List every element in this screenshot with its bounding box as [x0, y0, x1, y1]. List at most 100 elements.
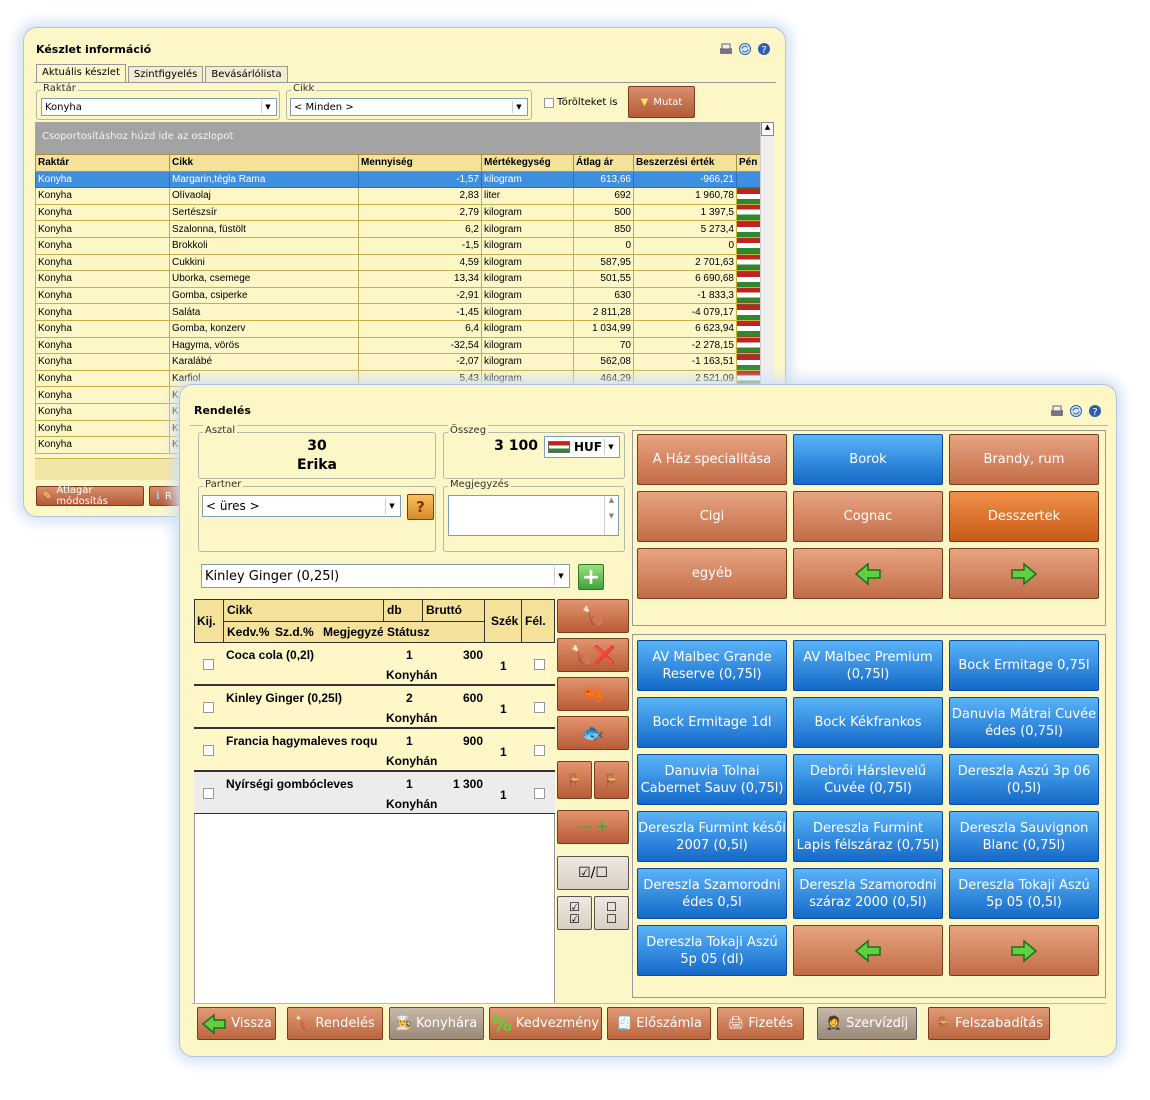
table-row[interactable]: Konyha Sertészsír 2,79 kilogram 500 1 397,5: [35, 203, 760, 222]
deleted-checkbox[interactable]: [544, 97, 554, 108]
stock-col-header[interactable]: Beszerzési érték: [633, 154, 737, 172]
warehouse-select[interactable]: Konyha ▼: [41, 98, 277, 116]
product-button[interactable]: Dereszla Szamorodni száraz 2000 (0,5l): [793, 868, 943, 919]
stock-col-header[interactable]: Mennyiség: [358, 154, 482, 172]
product-button[interactable]: Dereszla Furmint Lapis félszáraz (0,75l): [793, 811, 943, 862]
stock-col-header[interactable]: Mértékegység: [481, 154, 574, 172]
partner-select[interactable]: < üres > ▼: [202, 495, 401, 517]
product-button[interactable]: Bock Ermitage 1dl: [637, 697, 787, 748]
half-checkbox[interactable]: [534, 788, 545, 799]
cat-wines[interactable]: Borok: [793, 434, 943, 485]
item-select[interactable]: < Minden > ▼: [290, 98, 528, 116]
order-add-button[interactable]: 🍗: [557, 599, 629, 633]
table-row[interactable]: Konyha Hagyma, vörös -32,54 kilogram 70 -2 27…: [35, 336, 760, 355]
table-row[interactable]: Konyha Olívaolaj 2,83 liter 692 1 960,78: [35, 187, 760, 205]
stock-col-header[interactable]: Raktár: [35, 154, 170, 172]
cat-cigarettes[interactable]: Cigi: [637, 491, 787, 542]
half-checkbox[interactable]: [534, 702, 545, 713]
cat-prev-button[interactable]: [793, 548, 943, 599]
order-move-button[interactable]: 🐟: [557, 716, 629, 750]
order-repeat-button[interactable]: 🦐: [557, 677, 629, 711]
list-item[interactable]: Coca cola (0,2l) 1 300 Konyhán 1: [194, 643, 555, 686]
table-row[interactable]: Konyha Margarin,tégla Rama -1,57 kilogram 61…: [35, 170, 760, 189]
list-item[interactable]: Nyírségi gombócleves 1 1 300 Konyhán 1: [194, 772, 555, 815]
product-button[interactable]: Dereszla Aszú 3p 06 (0,5l): [949, 754, 1099, 805]
product-button[interactable]: Danuvia Mátrai Cuvée édes (0,75l): [949, 697, 1099, 748]
print-icon[interactable]: [719, 42, 733, 56]
table-row[interactable]: Konyha Saláta -1,45 kilogram 2 811,28 -4 079,…: [35, 303, 760, 321]
remove-seat-button[interactable]: 🪑: [594, 761, 629, 799]
to-kitchen-button[interactable]: 👨‍🍳 Konyhára: [389, 1007, 484, 1040]
print-icon[interactable]: [1050, 404, 1064, 418]
kij-checkbox[interactable]: [203, 659, 214, 670]
product-button[interactable]: Bock Kékfrankos: [793, 697, 943, 748]
product-button[interactable]: Bock Ermitage 0,75l: [949, 640, 1099, 691]
table-row[interactable]: Konyha Szalonna, füstölt 6,2 kilogram 850 5 2…: [35, 220, 760, 238]
order-cancel-button[interactable]: 🍗❌: [557, 638, 629, 672]
add-product-button[interactable]: +: [578, 564, 604, 590]
cat-next-button[interactable]: [949, 548, 1099, 599]
product-button[interactable]: AV Malbec Grande Reserve (0,75l): [637, 640, 787, 691]
table-row[interactable]: Konyha Brokkoli -1,5 kilogram 0 0: [35, 236, 760, 255]
product-next-button[interactable]: [949, 925, 1099, 976]
cat-other[interactable]: egyéb: [637, 548, 787, 599]
add-seat-button[interactable]: 🪑: [557, 761, 592, 799]
refresh-icon[interactable]: [738, 42, 752, 56]
table-row[interactable]: Konyha Cukkini 4,59 kilogram 587,95 2 701,63: [35, 253, 760, 272]
table-row[interactable]: Konyha Karalábé -2,07 kilogram 562,08 -1 163,…: [35, 353, 760, 371]
release-table-button[interactable]: 🪑 Felszabadítás: [928, 1007, 1050, 1040]
product-button[interactable]: Dereszla Tokaji Aszú 5p 05 (0,5l): [949, 868, 1099, 919]
avg-price-button[interactable]: ✎ Átlagár módosítás: [36, 485, 144, 507]
scroll-up-icon[interactable]: ▲: [761, 122, 774, 136]
list-item[interactable]: Francia hagymaleves roqu 1 900 Konyhán 1: [194, 729, 555, 772]
half-checkbox[interactable]: [534, 659, 545, 670]
order-button[interactable]: 🍗 Rendelés: [287, 1007, 383, 1040]
split-qty-button[interactable]: — +: [557, 810, 629, 844]
product-button[interactable]: AV Malbec Premium (0,75l): [793, 640, 943, 691]
refresh-icon[interactable]: [1069, 404, 1083, 418]
table-row[interactable]: Konyha Uborka, csemege 13,34 kilogram 501,55…: [35, 270, 760, 288]
show-button[interactable]: ▼ Mutat: [628, 86, 695, 118]
note-scrollbar[interactable]: ▲ ▼: [604, 496, 618, 535]
help-icon[interactable]: ?: [1088, 404, 1102, 418]
product-button[interactable]: Dereszla Furmint késői 2007 (0,5l): [637, 811, 787, 862]
payment-button[interactable]: 🖨 Fizetés: [717, 1007, 804, 1040]
tab-shopping-list[interactable]: Bevásárlólista: [205, 66, 288, 82]
cat-brandy[interactable]: Brandy, rum: [949, 434, 1099, 485]
note-textarea[interactable]: ▲ ▼: [448, 495, 619, 536]
half-checkbox[interactable]: [534, 745, 545, 756]
currency-select[interactable]: HUF ▼: [544, 436, 620, 458]
tab-level-monitor[interactable]: Szintfigyelés: [127, 66, 204, 82]
kij-checkbox[interactable]: [203, 788, 214, 799]
cat-cognac[interactable]: Cognac: [793, 491, 943, 542]
kij-checkbox[interactable]: [203, 745, 214, 756]
toggle-check-button[interactable]: ☑/☐: [557, 856, 629, 890]
partner-help-button[interactable]: ?: [407, 494, 434, 520]
deleted-checkbox-wrap[interactable]: Törölteket is: [544, 97, 617, 108]
product-button[interactable]: Dereszla Sauvignon Blanc (0,75l): [949, 811, 1099, 862]
table-row[interactable]: Konyha Gomba, csiperke -2,91 kilogram 630 -1 …: [35, 286, 760, 305]
product-select[interactable]: Kinley Ginger (0,25l) ▼: [201, 564, 570, 588]
product-prev-button[interactable]: [793, 925, 943, 976]
proforma-button[interactable]: 🧾 Előszámla: [607, 1007, 711, 1040]
help-icon[interactable]: ?: [757, 42, 771, 56]
product-button[interactable]: Debrői Hárslevelű Cuvée (0,75l): [793, 754, 943, 805]
uncheck-all-button[interactable]: ☐ ☐: [594, 896, 629, 930]
cat-house-special[interactable]: A Ház specialitása: [637, 434, 787, 485]
product-button[interactable]: Danuvia Tolnai Cabernet Sauv (0,75l): [637, 754, 787, 805]
stock-col-header[interactable]: Pén: [736, 154, 760, 172]
stock-col-header[interactable]: Átlag ár: [573, 154, 634, 172]
group-by-area[interactable]: Csoportosításhoz húzd ide az oszlopot: [35, 122, 760, 154]
discount-button[interactable]: % Kedvezmény: [489, 1007, 602, 1040]
check-all-button[interactable]: ☑ ☑: [557, 896, 592, 930]
service-fee-button[interactable]: 🤵 Szervízdíj: [817, 1007, 917, 1040]
table-row[interactable]: Konyha Gomba, konzerv 6,4 kilogram 1 034,99 6…: [35, 319, 760, 338]
product-button[interactable]: Dereszla Tokaji Aszú 5p 05 (dl): [637, 925, 787, 976]
kij-checkbox[interactable]: [203, 702, 214, 713]
tab-current-stock[interactable]: Aktuális készlet: [36, 64, 126, 82]
stock-col-header[interactable]: Cikk: [169, 154, 359, 172]
product-button[interactable]: Dereszla Szamorodni édes 0,5l: [637, 868, 787, 919]
cat-desserts[interactable]: Desszertek: [949, 491, 1099, 542]
list-item[interactable]: Kinley Ginger (0,25l) 2 600 Konyhán 1: [194, 686, 555, 729]
back-button[interactable]: Vissza: [197, 1007, 276, 1040]
